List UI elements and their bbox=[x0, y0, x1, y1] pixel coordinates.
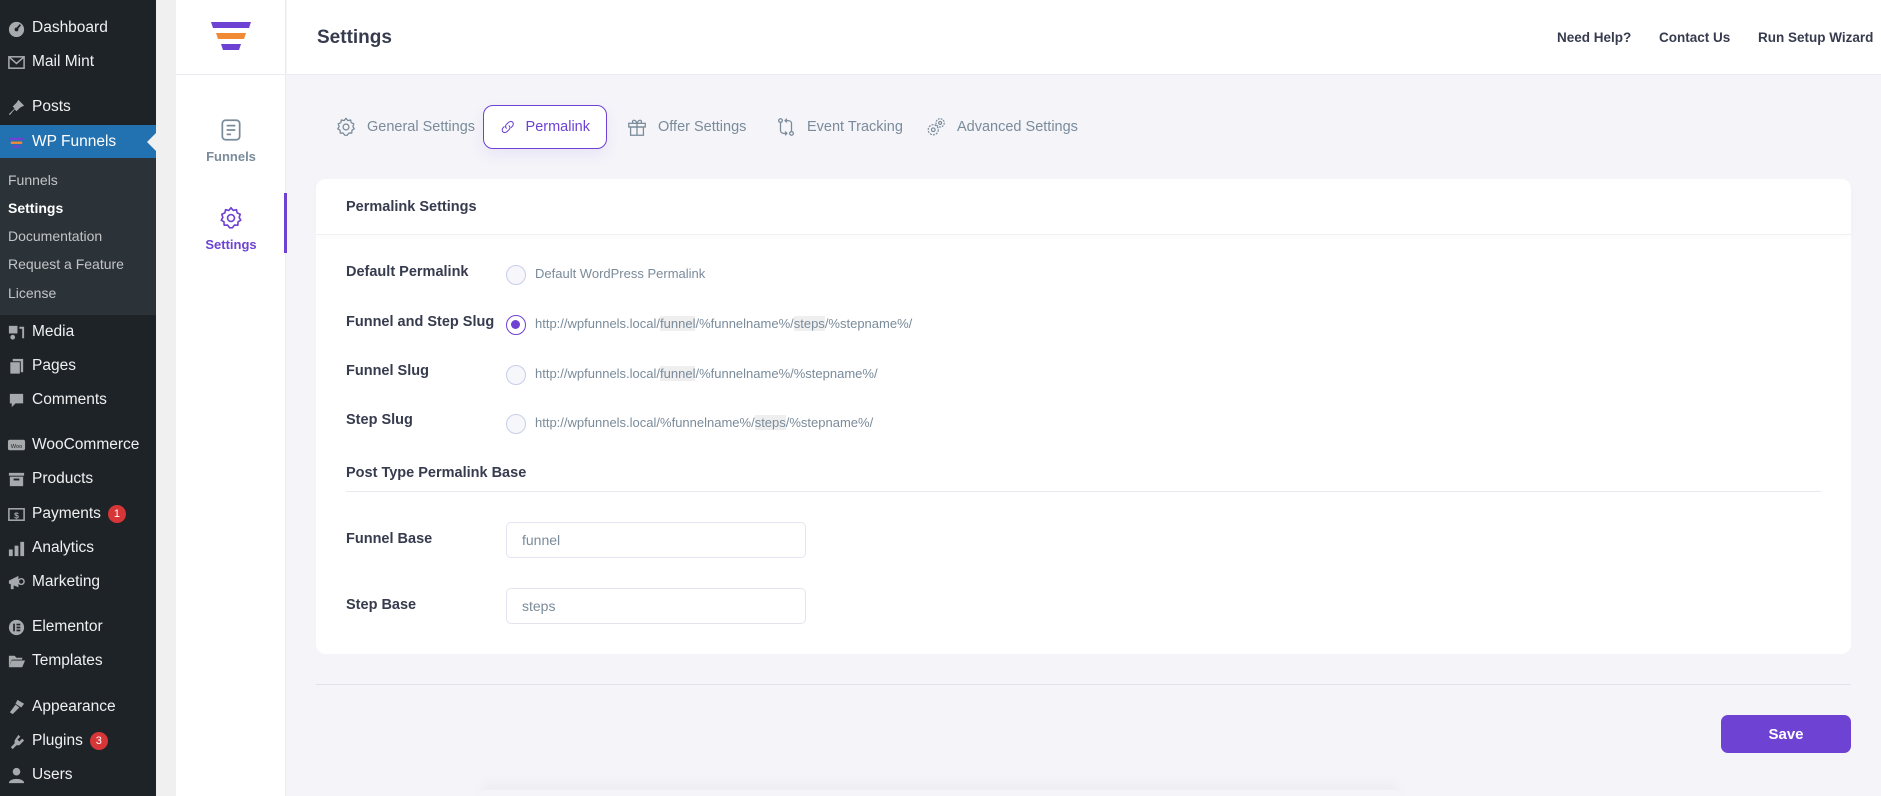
dollar-icon: $ bbox=[0, 505, 32, 524]
funnel-logo-icon bbox=[211, 22, 251, 50]
plugin-sidebar: Funnels Settings bbox=[176, 0, 287, 796]
menu-item-products[interactable]: Products bbox=[0, 462, 156, 496]
step-base-input[interactable] bbox=[506, 588, 806, 624]
funnel-step-slug-text: http://wpfunnels.local/funnel/%funnelnam… bbox=[535, 316, 913, 331]
menu-item-elementor[interactable]: Elementor bbox=[0, 610, 156, 644]
menu-item-analytics[interactable]: Analytics bbox=[0, 531, 156, 565]
bottom-shadow bbox=[480, 790, 1400, 796]
submenu-request-feature[interactable]: Request a Feature bbox=[8, 256, 124, 272]
funnel-step-slug-radio[interactable] bbox=[506, 315, 526, 335]
gear-icon bbox=[337, 117, 355, 136]
funnel-slug-label: Funnel Slug bbox=[346, 363, 429, 379]
tab-event-tracking[interactable]: Event Tracking bbox=[758, 105, 920, 149]
plugin-nav-settings[interactable]: Settings bbox=[176, 193, 287, 253]
contact-us-link[interactable]: Contact Us bbox=[1659, 30, 1730, 45]
menu-item-wp-funnels[interactable]: WP Funnels bbox=[0, 125, 156, 159]
megaphone-icon bbox=[0, 573, 32, 592]
layout-gap bbox=[156, 0, 176, 796]
woo-icon: Woo bbox=[0, 436, 32, 455]
step-slug-radio[interactable] bbox=[506, 414, 526, 434]
svg-text:$: $ bbox=[14, 510, 19, 520]
gear-icon bbox=[220, 206, 242, 229]
card-header: Permalink Settings bbox=[316, 179, 1851, 235]
submenu-settings[interactable]: Settings bbox=[8, 200, 63, 216]
step-slug-label: Step Slug bbox=[346, 412, 413, 428]
menu-item-users[interactable]: Users bbox=[0, 758, 156, 792]
menu-item-marketing[interactable]: Marketing bbox=[0, 565, 156, 599]
svg-text:Woo: Woo bbox=[10, 443, 22, 449]
funnel-icon bbox=[0, 133, 32, 152]
tab-permalink[interactable]: Permalink bbox=[483, 105, 607, 149]
default-permalink-radio[interactable] bbox=[506, 265, 526, 285]
plug-icon bbox=[0, 732, 32, 751]
menu-item-dashboard[interactable]: Dashboard bbox=[0, 11, 156, 45]
footer-divider bbox=[316, 684, 1851, 685]
media-icon bbox=[0, 323, 32, 342]
menu-item-plugins[interactable]: Plugins 3 bbox=[0, 724, 156, 758]
page-title: Settings bbox=[317, 27, 392, 48]
elementor-icon bbox=[0, 618, 32, 637]
active-arrow bbox=[147, 133, 156, 151]
folder-icon bbox=[0, 652, 32, 671]
tab-advanced-settings[interactable]: Advanced Settings bbox=[908, 105, 1095, 149]
menu-item-templates[interactable]: Templates bbox=[0, 644, 156, 678]
user-icon bbox=[0, 766, 32, 785]
default-permalink-text: Default WordPress Permalink bbox=[535, 266, 706, 281]
payments-badge: 1 bbox=[107, 505, 126, 523]
archive-icon bbox=[0, 470, 32, 489]
menu-item-woocommerce[interactable]: Woo WooCommerce bbox=[0, 428, 156, 462]
git-compare-icon bbox=[778, 118, 794, 136]
pin-icon bbox=[0, 98, 32, 117]
tab-general-settings[interactable]: General Settings bbox=[318, 105, 492, 149]
document-icon bbox=[221, 119, 241, 141]
step-base-label: Step Base bbox=[346, 597, 417, 613]
bar-chart-icon bbox=[0, 539, 32, 558]
plugin-nav-funnels[interactable]: Funnels bbox=[176, 117, 286, 164]
funnel-step-slug-label: Funnel and Step Slug bbox=[346, 314, 495, 330]
wp-funnels-submenu: Funnels Settings Documentation Request a… bbox=[0, 158, 156, 315]
need-help-link[interactable]: Need Help? bbox=[1557, 30, 1631, 45]
comment-icon bbox=[0, 391, 32, 410]
page-header: Settings Need Help? Contact Us Run Setup… bbox=[287, 0, 1881, 75]
funnel-slug-text: http://wpfunnels.local/funnel/%funnelnam… bbox=[535, 366, 878, 381]
menu-item-appearance[interactable]: Appearance bbox=[0, 690, 156, 724]
menu-item-media[interactable]: Media bbox=[0, 315, 156, 349]
menu-item-pages[interactable]: Pages bbox=[0, 349, 156, 383]
save-button[interactable]: Save bbox=[1721, 715, 1851, 753]
wpfunnels-logo[interactable] bbox=[176, 0, 286, 75]
menu-item-mail-mint[interactable]: Mail Mint bbox=[0, 45, 156, 79]
pages-icon bbox=[0, 357, 32, 376]
menu-item-payments[interactable]: $ Payments 1 bbox=[0, 497, 156, 531]
funnel-slug-radio[interactable] bbox=[506, 365, 526, 385]
submenu-license[interactable]: License bbox=[8, 285, 56, 301]
menu-item-posts[interactable]: Posts bbox=[0, 90, 156, 124]
gears-icon bbox=[927, 118, 945, 136]
menu-item-comments[interactable]: Comments bbox=[0, 383, 156, 417]
card-title: Permalink Settings bbox=[346, 199, 477, 215]
dashboard-icon bbox=[0, 19, 32, 38]
submenu-documentation[interactable]: Documentation bbox=[8, 228, 102, 244]
funnel-base-label: Funnel Base bbox=[346, 531, 433, 547]
run-setup-wizard-link[interactable]: Run Setup Wizard bbox=[1758, 30, 1873, 45]
mail-icon bbox=[0, 53, 32, 72]
step-slug-text: http://wpfunnels.local/%funnelname%/step… bbox=[535, 415, 874, 430]
wp-admin-sidebar: Dashboard Mail Mint Posts WP Funnels Fun… bbox=[0, 0, 156, 796]
tab-offer-settings[interactable]: Offer Settings bbox=[609, 105, 763, 149]
section-divider bbox=[346, 491, 1821, 492]
active-indicator bbox=[284, 193, 287, 253]
gift-icon bbox=[628, 119, 646, 136]
link-icon bbox=[501, 120, 514, 134]
funnel-base-input[interactable] bbox=[506, 522, 806, 558]
brush-icon bbox=[0, 698, 32, 717]
default-permalink-label: Default Permalink bbox=[346, 264, 469, 280]
post-type-base-title: Post Type Permalink Base bbox=[346, 465, 527, 481]
permalink-settings-card: Permalink Settings Default Permalink Def… bbox=[316, 179, 1851, 654]
plugins-badge: 3 bbox=[89, 732, 108, 750]
submenu-funnels[interactable]: Funnels bbox=[8, 172, 58, 188]
